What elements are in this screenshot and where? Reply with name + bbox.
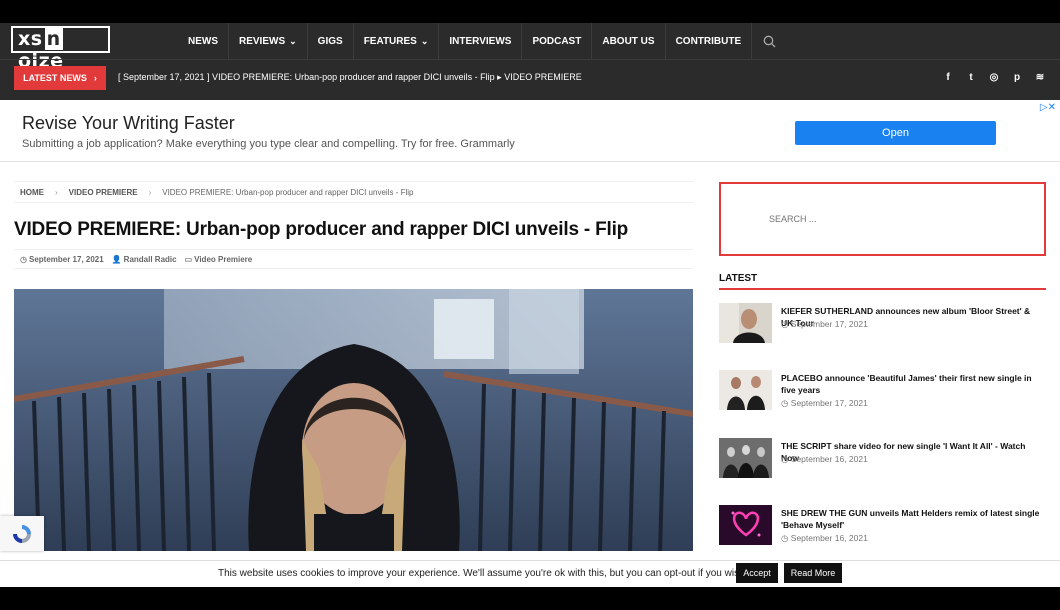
nav-podcast[interactable]: PODCAST	[522, 23, 593, 59]
latest-heading: LATEST	[719, 273, 1046, 290]
latest-title[interactable]: PLACEBO announce 'Beautiful James' their…	[781, 372, 1041, 396]
chevron-right-icon: ›	[55, 187, 58, 197]
cookie-read-more-button[interactable]: Read More	[784, 563, 842, 583]
cookie-bar: This website uses cookies to improve you…	[0, 560, 1060, 587]
cookie-message: This website uses cookies to improve you…	[218, 568, 748, 579]
latest-date: ◷ September 17, 2021	[781, 319, 868, 329]
nav-about-us[interactable]: ABOUT US	[592, 23, 666, 59]
post-thumbnail[interactable]	[719, 505, 772, 545]
main-nav: NEWS REVIEWS ⌄ GIGS FEATURES ⌄ INTERVIEWS …	[178, 23, 786, 59]
list-item[interactable]: THE SCRIPT share video for new single 'I…	[719, 438, 1046, 488]
chevron-right-icon: ›	[148, 187, 152, 197]
chevron-down-icon: ⌄	[289, 35, 297, 46]
ad-subtitle: Submitting a job application? Make every…	[22, 138, 515, 150]
post-featured-image	[14, 289, 693, 551]
site-header: xs noize NEWS REVIEWS ⌄ GIGS FEATURES ⌄ INT…	[0, 23, 1060, 100]
latest-date: ◷ September 16, 2021	[781, 533, 868, 543]
clock-icon: ◷	[781, 454, 791, 464]
chevron-down-icon: ⌄	[420, 35, 429, 46]
post-title: VIDEO PREMIERE: Urban-pop producer and r…	[14, 219, 629, 240]
list-item[interactable]: SHE DREW THE GUN unveils Matt Helders re…	[719, 505, 1046, 555]
breadcrumb-category[interactable]: VIDEO PREMIERE	[69, 188, 138, 197]
nav-news[interactable]: NEWS	[178, 23, 229, 59]
clock-icon: ◷	[781, 319, 791, 329]
post-author[interactable]: Randall Radic	[124, 255, 177, 264]
news-ticker[interactable]: [ September 17, 2021 ] VIDEO PREMIERE: U…	[118, 72, 582, 83]
latest-title[interactable]: SHE DREW THE GUN unveils Matt Helders re…	[781, 507, 1041, 531]
post-thumbnail[interactable]	[719, 370, 772, 410]
breadcrumb: HOME › VIDEO PREMIERE › VIDEO PREMIERE: …	[14, 181, 693, 203]
sidebar-search	[719, 182, 1046, 256]
twitter-icon[interactable]: t	[965, 70, 977, 84]
folder-icon: ▭	[184, 254, 193, 264]
clock-icon: ◷	[781, 533, 791, 543]
adchoices-icon[interactable]: ▷✕	[1040, 102, 1056, 113]
clock-icon: ◷	[20, 254, 27, 264]
breadcrumb-current: VIDEO PREMIERE: Urban-pop producer and r…	[162, 187, 414, 197]
list-item[interactable]: PLACEBO announce 'Beautiful James' their…	[719, 370, 1046, 420]
browser-frame: xs noize NEWS REVIEWS ⌄ GIGS FEATURES ⌄ INT…	[0, 0, 1060, 610]
clock-icon: ◷	[781, 398, 791, 408]
post-category[interactable]: Video Premiere	[194, 255, 252, 264]
nav-reviews[interactable]: REVIEWS ⌄	[229, 23, 308, 59]
rss-icon[interactable]: ≋	[1034, 70, 1046, 84]
recaptcha-badge[interactable]	[0, 516, 44, 551]
nav-features[interactable]: FEATURES ⌄	[354, 23, 440, 59]
cookie-accept-button[interactable]: Accept	[736, 563, 778, 583]
instagram-icon[interactable]: ◎	[988, 70, 1000, 84]
facebook-icon[interactable]: f	[942, 70, 954, 84]
breadcrumb-home[interactable]: HOME	[20, 188, 44, 197]
post-date: September 17, 2021	[28, 254, 104, 264]
ad-title: Revise Your Writing Faster	[22, 113, 235, 133]
latest-date: ◷ September 17, 2021	[781, 398, 868, 408]
nav-contribute[interactable]: CONTRIBUTE	[666, 23, 753, 59]
list-item[interactable]: KIEFER SUTHERLAND announces new album 'B…	[719, 303, 1046, 353]
post-meta: ◷ September 17, 2021 👤 Randall Radic ▭ Vide…	[14, 249, 693, 269]
post-thumbnail[interactable]	[719, 438, 772, 478]
pinterest-icon[interactable]: p	[1011, 70, 1023, 84]
chevron-right-icon: ›	[93, 73, 97, 83]
latest-date: ◷ September 16, 2021	[781, 454, 868, 464]
advertisement-banner[interactable]: Revise Your Writing Faster Submitting a …	[0, 100, 1060, 162]
latest-news-button[interactable]: LATEST NEWS ›	[14, 66, 106, 90]
website: xs noize NEWS REVIEWS ⌄ GIGS FEATURES ⌄ INT…	[0, 23, 1060, 587]
nav-interviews[interactable]: INTERVIEWS	[439, 23, 523, 59]
post-thumbnail[interactable]	[719, 303, 772, 343]
user-icon: 👤	[111, 254, 122, 264]
search-icon[interactable]	[752, 23, 786, 59]
ad-open-button[interactable]: Open	[795, 121, 996, 145]
social-links: f t ◎ p ≋	[942, 70, 1046, 84]
nav-gigs[interactable]: GIGS	[308, 23, 354, 59]
ticker-bar: LATEST NEWS › [ September 17, 2021 ] VIDE…	[0, 59, 1060, 100]
site-logo[interactable]: xs noize	[11, 26, 110, 72]
search-input[interactable]	[769, 214, 969, 224]
